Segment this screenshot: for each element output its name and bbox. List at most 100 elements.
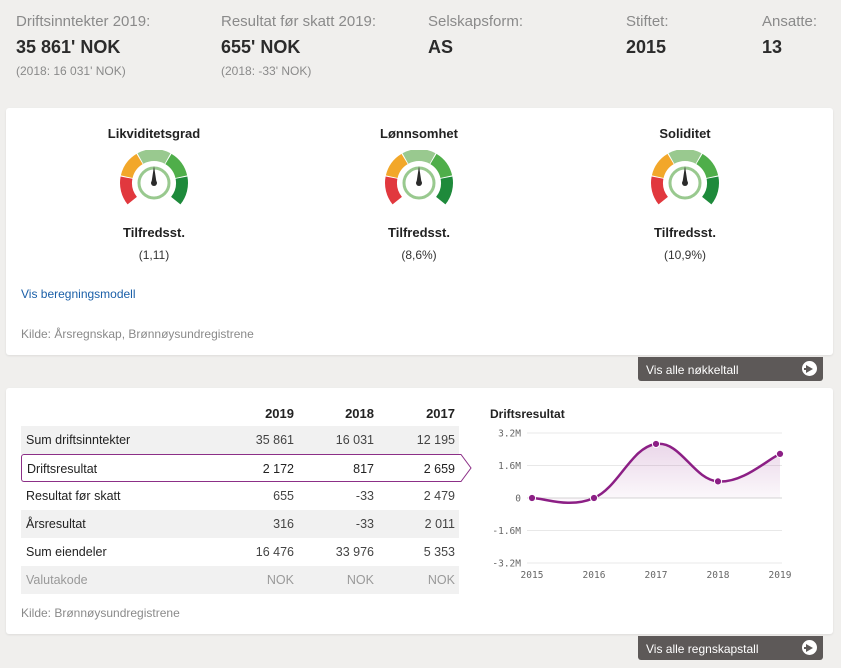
cell-value: 655 [273, 489, 294, 503]
gauge-dial-icon [385, 150, 453, 205]
stat-label: Selskapsform: [428, 13, 524, 30]
series-area [532, 443, 780, 503]
data-point[interactable] [651, 439, 661, 449]
cell-value: 16 031 [335, 433, 374, 447]
gauge-segment-red [120, 176, 137, 205]
show-all-accounts-button[interactable]: Vis alle regnskapstall [638, 636, 823, 660]
stat-value: 13 [762, 37, 783, 57]
stat-value: 655' NOK [221, 37, 301, 57]
gauge-value: (1,11) [138, 248, 170, 262]
gauge-segment-darkgreen [171, 176, 188, 205]
x-tick-label: 2018 [707, 570, 730, 581]
x-tick-label: 2015 [521, 570, 544, 581]
stat-sub: (2018: -33' NOK) [221, 64, 312, 78]
gauge-profitability: Lønnsomhet Tilfredsst. (8,6%) [339, 126, 499, 262]
table-row[interactable]: Sum driftsinntekter 35 861 16 031 12 195 [21, 426, 459, 454]
y-tick-label: 0 [515, 494, 521, 505]
accounts-card: 2019 2018 2017 Sum driftsinntekter 35 86… [6, 388, 833, 634]
stat-label: Stiftet: [626, 13, 669, 30]
y-tick-label: -3.2M [492, 559, 521, 570]
gauge-dial-icon [651, 150, 719, 205]
row-label: Sum driftsinntekter [26, 433, 131, 447]
cell-value: NOK [346, 573, 374, 587]
gauge-segment-darkgreen [702, 176, 719, 205]
gauge-status: Tilfredsst. [388, 225, 450, 240]
y-tick-label: 1.6M [498, 461, 521, 472]
cell-value: 12 195 [416, 433, 455, 447]
cell-value: 2 659 [423, 462, 455, 476]
cell-value: 2 172 [262, 462, 294, 476]
data-point[interactable] [527, 493, 537, 503]
table-row[interactable]: Sum eiendeler 16 476 33 976 5 353 [21, 538, 459, 566]
row-label: Driftsresultat [27, 462, 98, 476]
show-all-key-figures-button[interactable]: Vis alle nøkkeltall [638, 357, 823, 381]
button-label: Vis alle nøkkeltall [646, 363, 739, 377]
cell-value: 16 476 [255, 545, 294, 559]
gauge-segment-lightgreen [402, 150, 436, 164]
gauge-title: Soliditet [659, 126, 711, 141]
column-header: 2017 [426, 406, 455, 421]
table-header: 2019 2018 2017 [21, 402, 459, 426]
gauge-status: Tilfredsst. [123, 225, 185, 240]
data-point[interactable] [589, 493, 599, 503]
table-row-selected[interactable]: Driftsresultat 2 172 817 2 659 [21, 454, 472, 482]
cell-value: 2 479 [423, 489, 455, 503]
cell-value: 817 [353, 462, 374, 476]
gauge-pivot [416, 180, 422, 186]
gauge-pivot [151, 180, 157, 186]
stat-employees: Ansatte: 13 [762, 13, 817, 58]
data-point[interactable] [713, 477, 723, 486]
gauge-dial-icon [120, 150, 188, 205]
button-label: Vis alle regnskapstall [646, 642, 759, 656]
gauge-segment-green [430, 153, 453, 179]
cell-value: 35 861 [255, 433, 294, 447]
table-row[interactable]: Årsresultat 316 -33 2 011 [21, 510, 459, 538]
table-row[interactable]: Resultat før skatt 655 -33 2 479 [21, 482, 459, 510]
stat-revenue: Driftsinntekter 2019: 35 861' NOK (2018:… [16, 13, 150, 78]
gauge-segment-green [696, 153, 719, 179]
cell-value: -33 [355, 489, 374, 503]
source-text: Kilde: Brønnøysundregistrene [21, 606, 180, 620]
accounts-table: 2019 2018 2017 Sum driftsinntekter 35 86… [21, 402, 472, 594]
row-label: Resultat før skatt [26, 489, 121, 503]
cell-value: NOK [266, 573, 294, 587]
company-stats: Driftsinntekter 2019: 35 861' NOK (2018:… [0, 0, 841, 100]
calculation-model-link[interactable]: Vis beregningsmodell [21, 287, 136, 301]
gauge-segment-orange [651, 153, 674, 179]
cell-value: 33 976 [335, 545, 374, 559]
x-tick-label: 2017 [645, 570, 668, 581]
gauge-value: (10,9%) [663, 248, 707, 262]
column-header: 2019 [265, 406, 294, 421]
column-header: 2018 [345, 406, 374, 421]
operating-result-chart: 3.2M 1.6M 0 -1.6M -3.2M2015 2016 2017 2018 2019 [492, 429, 791, 582]
stat-label: Resultat før skatt 2019: [221, 13, 377, 30]
stat-founded: Stiftet: 2015 [626, 13, 669, 58]
gauge-segment-lightgreen [668, 150, 702, 164]
stat-profit-before-tax: Resultat før skatt 2019: 655' NOK (2018:… [221, 13, 376, 78]
gauge-segment-orange [385, 153, 408, 179]
gauge-segment-lightgreen [137, 150, 171, 164]
gauge-pivot [682, 180, 688, 186]
y-tick-label: 3.2M [498, 429, 521, 440]
data-point[interactable] [775, 449, 785, 458]
stat-sub: (2018: 16 031' NOK) [16, 64, 126, 78]
stat-label: Driftsinntekter 2019: [16, 13, 151, 30]
stat-label: Ansatte: [762, 13, 818, 30]
x-tick-label: 2019 [769, 570, 791, 581]
stat-value: 2015 [626, 37, 667, 57]
gauge-status: Tilfredsst. [654, 225, 716, 240]
arrow-right-icon [802, 640, 817, 655]
gauge-segment-red [385, 176, 402, 205]
chart-title: Driftsresultat [490, 407, 565, 421]
y-tick-label: -1.6M [492, 526, 521, 537]
table-row: Valutakode NOK NOK NOK [21, 566, 459, 594]
arrow-right-icon [802, 361, 817, 376]
cell-value: NOK [427, 573, 455, 587]
cell-value: 2 011 [424, 517, 455, 531]
key-figures-card: Likviditetsgrad Tilfredsst. (1,11) Lønns… [6, 108, 833, 355]
row-label: Sum eiendeler [26, 545, 107, 559]
stat-company-type: Selskapsform: AS [428, 13, 523, 58]
cell-value: -33 [355, 517, 374, 531]
gauge-title: Lønnsomhet [380, 126, 458, 141]
gauge-segment-green [165, 153, 188, 179]
